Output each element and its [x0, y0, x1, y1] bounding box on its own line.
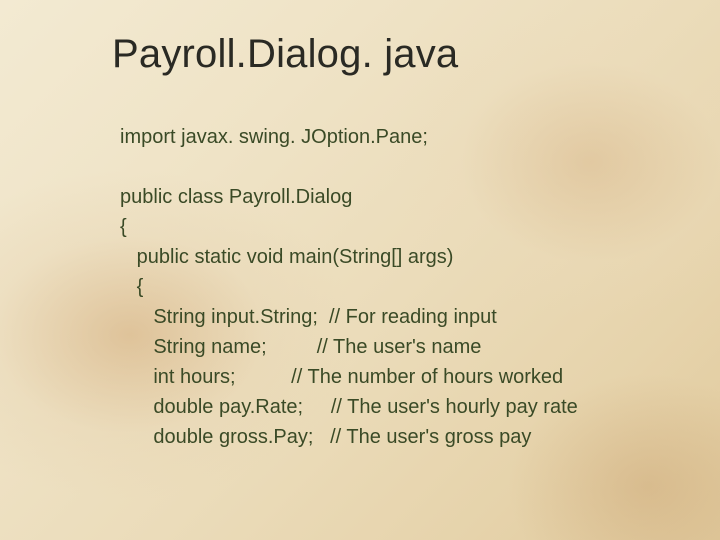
slide: Payroll.Dialog. java import javax. swing…: [0, 0, 720, 540]
code-line: String input.String; // For reading inpu…: [120, 302, 690, 332]
code-line: public class Payroll.Dialog: [120, 182, 690, 212]
blank-line: [120, 152, 690, 182]
code-line: {: [120, 272, 690, 302]
slide-title: Payroll.Dialog. java: [112, 32, 458, 77]
code-line: double pay.Rate; // The user's hourly pa…: [120, 392, 690, 422]
code-line: String name; // The user's name: [120, 332, 690, 362]
code-line: public static void main(String[] args): [120, 242, 690, 272]
code-line: import javax. swing. JOption.Pane;: [120, 122, 690, 152]
code-block: import javax. swing. JOption.Pane; publi…: [120, 122, 690, 452]
code-line: int hours; // The number of hours worked: [120, 362, 690, 392]
code-line: {: [120, 212, 690, 242]
code-line: double gross.Pay; // The user's gross pa…: [120, 422, 690, 452]
